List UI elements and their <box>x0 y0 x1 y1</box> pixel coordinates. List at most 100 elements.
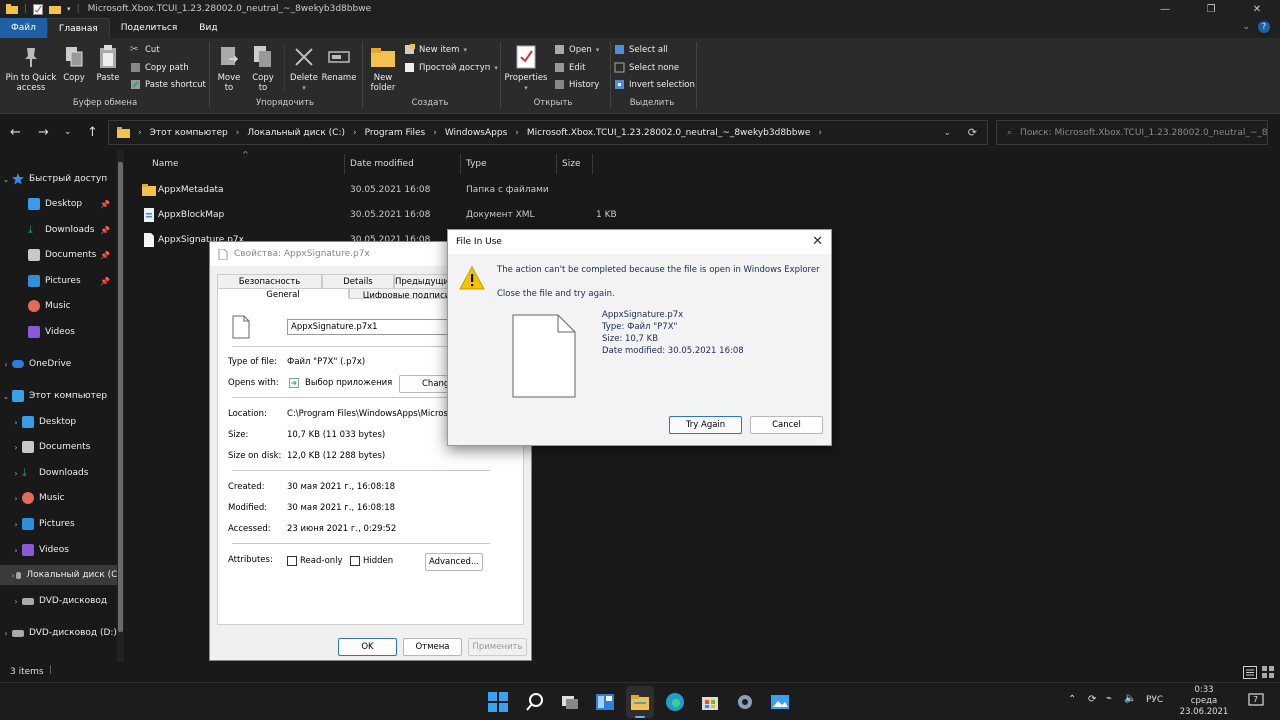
hidden-checkbox[interactable] <box>350 556 360 566</box>
new-folder-icon[interactable] <box>49 4 62 14</box>
nav-dvd[interactable]: › DVD-дисковод (D:) <box>0 623 124 643</box>
notifications-button[interactable]: 7 <box>1248 692 1264 708</box>
try-again-button[interactable]: Try Again <box>669 416 742 434</box>
pin-icon[interactable]: 📌 <box>100 251 110 260</box>
address-bar[interactable]: › Этот компьютер › Локальный диск (C:) ›… <box>108 120 988 145</box>
tab-general[interactable]: General <box>217 288 349 300</box>
breadcrumb-windowsapps[interactable]: WindowsApps <box>445 128 507 138</box>
nav-quick-pictures[interactable]: Pictures 📌 <box>0 271 124 291</box>
chevron-up-icon[interactable]: ⌃ <box>1068 694 1076 705</box>
pin-button[interactable]: Pin to Quick access <box>4 44 58 93</box>
network-icon[interactable]: ⌁ <box>1106 693 1112 704</box>
select-none-button[interactable]: Select none <box>614 62 679 73</box>
volume-icon[interactable]: 🔈 <box>1124 693 1136 704</box>
nav-pc-documents[interactable]: › Documents <box>0 437 124 457</box>
breadcrumb-pc[interactable]: Этот компьютер <box>150 128 228 138</box>
cancel-button[interactable]: Отмена <box>403 638 462 656</box>
new-item-button[interactable]: New item ▾ <box>404 44 467 55</box>
nav-pc-videos[interactable]: › Videos <box>0 540 124 560</box>
column-date[interactable]: Date modified <box>350 159 414 169</box>
select-all-button[interactable]: Select all <box>614 44 668 55</box>
column-divider[interactable] <box>556 154 557 174</box>
back-icon[interactable]: ← <box>10 125 21 140</box>
breadcrumb-current[interactable]: Microsoft.Xbox.TCUI_1.23.28002.0_neutral… <box>527 128 811 138</box>
nav-pc-music[interactable]: › Music <box>0 488 124 508</box>
pin-icon[interactable]: 📌 <box>100 200 110 209</box>
properties-button[interactable]: Properties ▾ <box>504 44 548 93</box>
column-name[interactable]: Name <box>152 159 179 169</box>
copy-to-button[interactable]: Copy to <box>248 44 278 93</box>
chevron-right-icon[interactable]: › <box>10 520 22 529</box>
clock[interactable]: 0:33 среда 23.06.2021 <box>1176 685 1232 718</box>
nav-quick-documents[interactable]: Documents 📌 <box>0 245 124 265</box>
column-divider[interactable] <box>460 154 461 174</box>
nav-pc-dvd[interactable]: › DVD-дисковод <box>0 591 124 611</box>
settings-icon[interactable] <box>735 692 755 712</box>
easy-access-button[interactable]: Простой доступ ▾ <box>404 62 498 73</box>
chevron-down-icon[interactable]: ⌄ <box>64 127 72 137</box>
nav-pc-desktop[interactable]: › Desktop <box>0 412 124 432</box>
file-row[interactable]: AppxMetadata 30.05.2021 16:08 Папка с фа… <box>130 180 730 202</box>
search-icon[interactable] <box>525 692 545 712</box>
cancel-button[interactable]: Cancel <box>750 416 823 434</box>
nav-quick-desktop[interactable]: Desktop 📌 <box>0 194 124 214</box>
minimize-icon[interactable]: — <box>1142 0 1188 18</box>
chevron-right-icon[interactable]: › <box>10 494 22 503</box>
breadcrumb-program-files[interactable]: Program Files <box>365 128 426 138</box>
chevron-down-icon[interactable]: ⌄ <box>0 392 12 401</box>
sync-icon[interactable]: ⟳ <box>1088 694 1096 705</box>
tab-home[interactable]: Главная <box>46 18 110 38</box>
ok-button[interactable]: OK <box>338 638 397 656</box>
scrollbar-thumb[interactable] <box>118 162 123 632</box>
history-button[interactable]: History <box>554 79 599 90</box>
properties-icon[interactable] <box>33 3 44 15</box>
new-folder-button[interactable]: New folder <box>366 44 400 93</box>
file-explorer-icon[interactable] <box>630 692 650 712</box>
file-row[interactable]: AppxBlockMap 30.05.2021 16:08 Документ X… <box>130 205 730 227</box>
photos-icon[interactable] <box>770 692 790 712</box>
chevron-down-icon[interactable]: ⌄ <box>1242 22 1250 32</box>
tab-security[interactable]: Безопасность <box>217 274 322 289</box>
help-icon[interactable]: ? <box>1258 21 1270 33</box>
up-icon[interactable]: ↑ <box>87 125 98 140</box>
chevron-right-icon[interactable]: › <box>10 597 22 606</box>
column-divider[interactable] <box>592 154 593 174</box>
task-view-icon[interactable] <box>560 692 580 712</box>
chevron-down-icon[interactable]: ⌄ <box>943 128 951 138</box>
chevron-down-icon[interactable]: ▾ <box>67 5 71 13</box>
language-indicator[interactable]: РУС <box>1146 695 1163 705</box>
breadcrumb-drive[interactable]: Локальный диск (C:) <box>247 128 345 138</box>
paste-shortcut-button[interactable]: Paste shortcut <box>130 79 206 90</box>
delete-button[interactable]: Delete ▾ <box>288 44 320 93</box>
start-icon[interactable] <box>488 692 508 712</box>
paste-button[interactable]: Paste <box>94 44 122 83</box>
copy-path-button[interactable]: Copy path <box>130 62 189 73</box>
maximize-icon[interactable]: ❐ <box>1188 0 1234 18</box>
column-type[interactable]: Type <box>466 159 487 169</box>
tab-share[interactable]: Поделиться <box>110 18 189 38</box>
nav-scrollbar[interactable] <box>117 150 124 662</box>
column-divider[interactable] <box>344 154 345 174</box>
nav-quick-videos[interactable]: Videos <box>0 322 124 342</box>
chevron-right-icon[interactable]: › <box>10 469 22 478</box>
edge-icon[interactable] <box>665 692 685 712</box>
search-input[interactable]: ⌕ Поиск: Microsoft.Xbox.TCUI_1.23.28002.… <box>996 120 1268 145</box>
cut-button[interactable]: ✂ Cut <box>130 44 160 55</box>
nav-quick-downloads[interactable]: ⤓ Downloads 📌 <box>0 220 124 240</box>
nav-quick-access[interactable]: ⌄ Быстрый доступ <box>0 169 124 189</box>
chevron-right-icon[interactable]: › <box>10 571 16 580</box>
column-size[interactable]: Size <box>562 159 580 169</box>
refresh-icon[interactable]: ⟳ <box>968 126 977 139</box>
pin-icon[interactable]: 📌 <box>100 226 110 235</box>
chevron-right-icon[interactable]: › <box>10 546 22 555</box>
pin-icon[interactable]: 📌 <box>100 277 110 286</box>
invert-selection-button[interactable]: Invert selection <box>614 79 695 90</box>
chevron-down-icon[interactable]: ⌄ <box>0 175 12 184</box>
open-button[interactable]: Open ▾ <box>554 44 599 55</box>
widgets-icon[interactable] <box>595 692 615 712</box>
readonly-checkbox[interactable] <box>287 556 297 566</box>
edit-button[interactable]: Edit <box>554 62 585 73</box>
nav-pc-local-disk[interactable]: › Локальный диск (C:) <box>0 565 124 585</box>
large-icons-view-icon[interactable] <box>1262 666 1274 678</box>
nav-quick-music[interactable]: Music <box>0 296 124 316</box>
